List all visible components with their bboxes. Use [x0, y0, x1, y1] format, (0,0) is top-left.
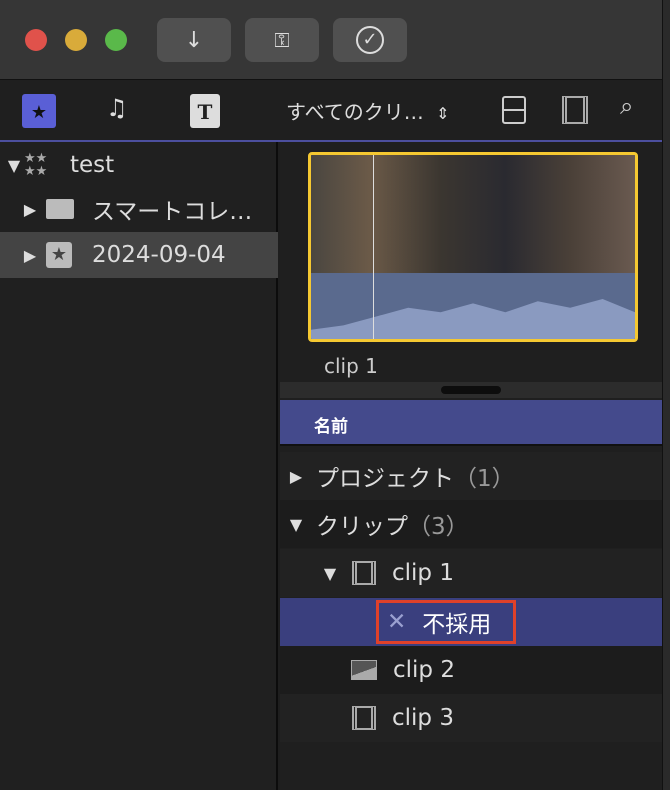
list-item-label: clip 1 — [392, 560, 454, 586]
thumbnail-clip-name: clip 1 — [324, 354, 378, 378]
reject-x-icon: ✕ — [387, 609, 407, 635]
clip-filter-label: すべてのクリ… — [286, 100, 424, 124]
disclosure-closed-icon: ▶ — [23, 245, 37, 265]
clip-appearance-icon[interactable] — [502, 96, 526, 124]
titles-generators-icon[interactable]: T — [190, 94, 220, 128]
clip-thumbnail[interactable] — [308, 152, 638, 342]
sidebar-item-label: スマートコレ… — [92, 199, 253, 225]
list-item-label: 不採用 — [422, 612, 492, 638]
audio-waveform — [311, 273, 635, 339]
skimmer-playhead[interactable] — [373, 155, 374, 339]
window-edge — [662, 0, 670, 790]
checkmark-circle-icon: ✓ — [356, 26, 384, 54]
disclosure-open-icon: ▼ — [323, 563, 337, 583]
column-header-name[interactable]: 名前 — [280, 400, 662, 446]
key-icon: ⚿ — [274, 28, 290, 52]
list-item-projects[interactable]: ▶ プロジェクト （1） — [280, 452, 662, 500]
background-tasks-button[interactable]: ✓ — [333, 18, 407, 62]
minimize-window-button[interactable] — [65, 29, 87, 51]
list-item-label: clip 3 — [392, 705, 454, 731]
libraries-icon[interactable]: ★ — [22, 94, 56, 128]
download-arrow-icon: ↓ — [184, 27, 204, 53]
disclosure-open-icon: ▼ — [289, 514, 303, 534]
disclosure-open-icon: ▼ — [7, 155, 21, 175]
photos-audio-icon[interactable]: ♫ — [106, 94, 142, 128]
list-item-label: clip 2 — [393, 657, 455, 683]
highlight-box: ✕ 不採用 — [376, 600, 516, 644]
video-filmstrip — [311, 155, 635, 273]
updown-chevron-icon: ⇕ — [436, 104, 450, 123]
folder-icon — [46, 199, 74, 219]
event-star-icon: ★ — [46, 242, 72, 268]
video-clip-icon — [352, 561, 376, 585]
list-item-count: （3） — [408, 514, 469, 540]
search-icon[interactable]: ⌕ — [620, 92, 633, 120]
pane-splitter[interactable] — [280, 382, 662, 398]
sidebar-item-event-2024-09-04[interactable]: ▶ ★ 2024-09-04 — [0, 232, 278, 278]
filmstrip-view-icon[interactable] — [562, 96, 588, 124]
list-item-label: クリップ — [316, 514, 408, 540]
column-header-label: 名前 — [314, 417, 348, 437]
list-item-label: プロジェクト — [316, 466, 454, 492]
sidebar-item-label: 2024-09-04 — [92, 242, 226, 268]
sidebar-item-test[interactable]: ▼ ★★ ★★ test — [0, 142, 278, 188]
clip-filter-menu[interactable]: すべてのクリ… ⇕ — [286, 96, 450, 125]
close-window-button[interactable] — [25, 29, 47, 51]
image-clip-icon — [351, 660, 377, 680]
library-sidebar: ▼ ★★ ★★ test ▶ スマートコレ… ▶ ★ 2024-09-04 — [0, 142, 278, 790]
library-icon: ★★ ★★ — [24, 151, 48, 179]
list-item-clips[interactable]: ▼ クリップ （3） — [280, 500, 662, 548]
keywords-button[interactable]: ⚿ — [245, 18, 319, 62]
zoom-window-button[interactable] — [105, 29, 127, 51]
sidebar-item-smart-collections[interactable]: ▶ スマートコレ… — [0, 186, 278, 232]
sidebar-item-label: test — [70, 152, 115, 178]
disclosure-closed-icon: ▶ — [289, 466, 303, 486]
browser-toolbar: ★ ♫ T すべてのクリ… ⇕ ⌕ — [0, 80, 662, 140]
list-item-clip-3[interactable]: clip 3 — [280, 694, 662, 742]
disclosure-closed-icon: ▶ — [23, 199, 37, 219]
title-bar: ↓ ⚿ ✓ — [0, 0, 662, 80]
list-item-count: （1） — [454, 466, 515, 492]
list-item-clip-1[interactable]: ▼ clip 1 — [280, 549, 662, 597]
import-button[interactable]: ↓ — [157, 18, 231, 62]
video-clip-icon — [352, 706, 376, 730]
list-item-rejected[interactable]: ✕ 不採用 — [280, 598, 662, 646]
list-item-clip-2[interactable]: clip 2 — [280, 646, 662, 694]
